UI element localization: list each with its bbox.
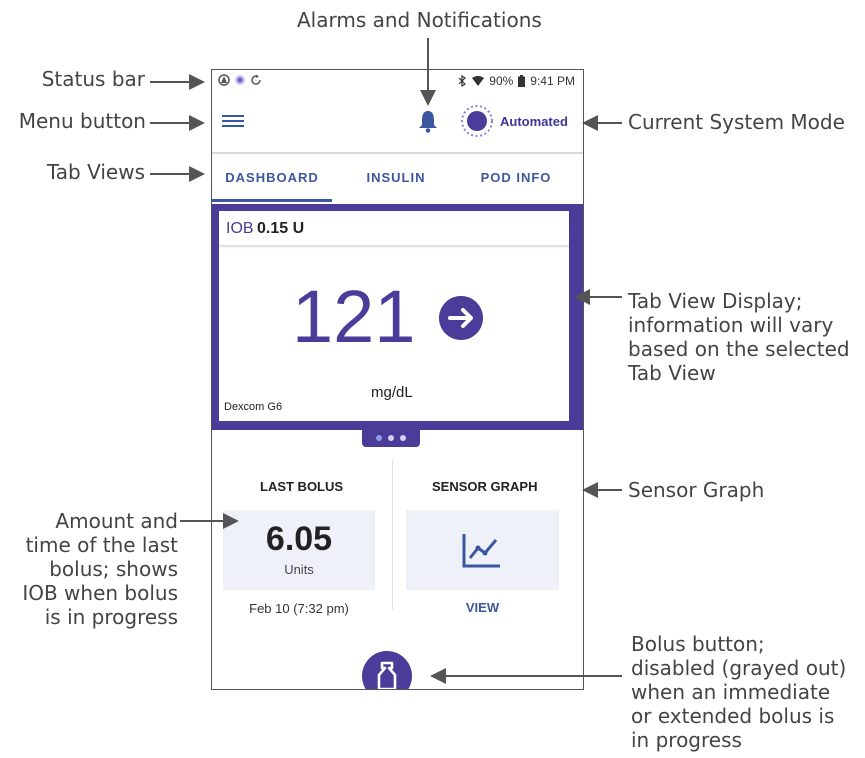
- tab-pod-info[interactable]: POD INFO: [456, 154, 576, 202]
- sensor-source: Dexcom G6: [224, 401, 283, 413]
- app-bar: Automated: [212, 92, 583, 154]
- sensor-graph-view-link[interactable]: VIEW: [406, 600, 559, 615]
- arrow-right-icon: [439, 296, 483, 340]
- menu-icon-line: [222, 120, 244, 122]
- iob-value: 0.15 U: [257, 220, 305, 237]
- callout-last-bolus: Amount and time of the last bolus; shows…: [22, 509, 178, 629]
- menu-button[interactable]: [222, 112, 244, 130]
- glucose-panel: IOB 0.15 U 121 mg/dL Dexcom G6: [219, 211, 569, 421]
- column-divider: [392, 460, 393, 610]
- page-indicator: [362, 429, 420, 447]
- status-bar: 90% 9:41 PM: [212, 70, 583, 92]
- battery-percent: 90%: [489, 74, 514, 88]
- page-dot[interactable]: [376, 435, 382, 441]
- glucose-units: mg/dL: [371, 384, 413, 401]
- page-dot[interactable]: [400, 435, 406, 441]
- sensor-graph-card[interactable]: [406, 510, 559, 590]
- phone-screen: 90% 9:41 PM Automated DASHBOARD INSULIN …: [211, 69, 584, 690]
- automated-mode-icon: [461, 105, 493, 137]
- last-bolus-amount: 6.05: [265, 520, 333, 558]
- system-mode-indicator[interactable]: Automated: [460, 104, 568, 138]
- tab-view-display: IOB 0.15 U 121 mg/dL Dexcom G6: [212, 204, 583, 430]
- clock: 9:41 PM: [530, 74, 575, 88]
- callout-tab-display: Tab View Display; information will vary …: [628, 289, 850, 385]
- wifi-icon: [472, 76, 485, 86]
- bell-icon[interactable]: [417, 108, 439, 134]
- callout-alarms: Alarms and Notifications: [297, 8, 542, 32]
- last-bolus-unit: Units: [284, 562, 314, 577]
- line-chart-icon: [462, 534, 500, 568]
- callout-current-mode: Current System Mode: [628, 110, 845, 134]
- tab-insulin[interactable]: INSULIN: [336, 154, 456, 202]
- status-icons-left: [218, 74, 262, 86]
- last-bolus-title: LAST BOLUS: [260, 479, 344, 494]
- callout-tab-views: Tab Views: [46, 160, 145, 184]
- tab-bar: DASHBOARD INSULIN POD INFO: [212, 154, 583, 202]
- last-bolus-card: 6.05 Units: [223, 510, 375, 590]
- mode-label: Automated: [500, 113, 568, 129]
- status-icons-right: 90% 9:41 PM: [457, 74, 575, 88]
- menu-icon-line: [222, 115, 244, 117]
- callout-bolus-button: Bolus button; disabled (grayed out) when…: [631, 632, 847, 752]
- callout-menu-button: Menu button: [18, 109, 146, 133]
- iob-bar: IOB 0.15 U: [219, 211, 569, 246]
- callout-sensor-graph: Sensor Graph: [628, 478, 765, 502]
- glucose-value: 121: [292, 275, 416, 358]
- bolus-icon: [377, 661, 397, 689]
- iob-label: IOB: [226, 220, 254, 237]
- callout-status-bar: Status bar: [41, 67, 145, 91]
- tab-dashboard[interactable]: DASHBOARD: [212, 154, 332, 202]
- sensor-graph-title: SENSOR GRAPH: [432, 479, 538, 494]
- sensor-status-icon: [235, 75, 245, 85]
- refresh-icon: [251, 74, 261, 85]
- bluetooth-icon: [458, 75, 467, 87]
- pod-status-icon: [218, 74, 230, 86]
- last-bolus-time: Feb 10 (7:32 pm): [249, 601, 349, 616]
- page-dot[interactable]: [388, 435, 394, 441]
- menu-icon-line: [222, 125, 244, 127]
- battery-icon: [518, 75, 526, 87]
- bolus-button[interactable]: [362, 651, 412, 689]
